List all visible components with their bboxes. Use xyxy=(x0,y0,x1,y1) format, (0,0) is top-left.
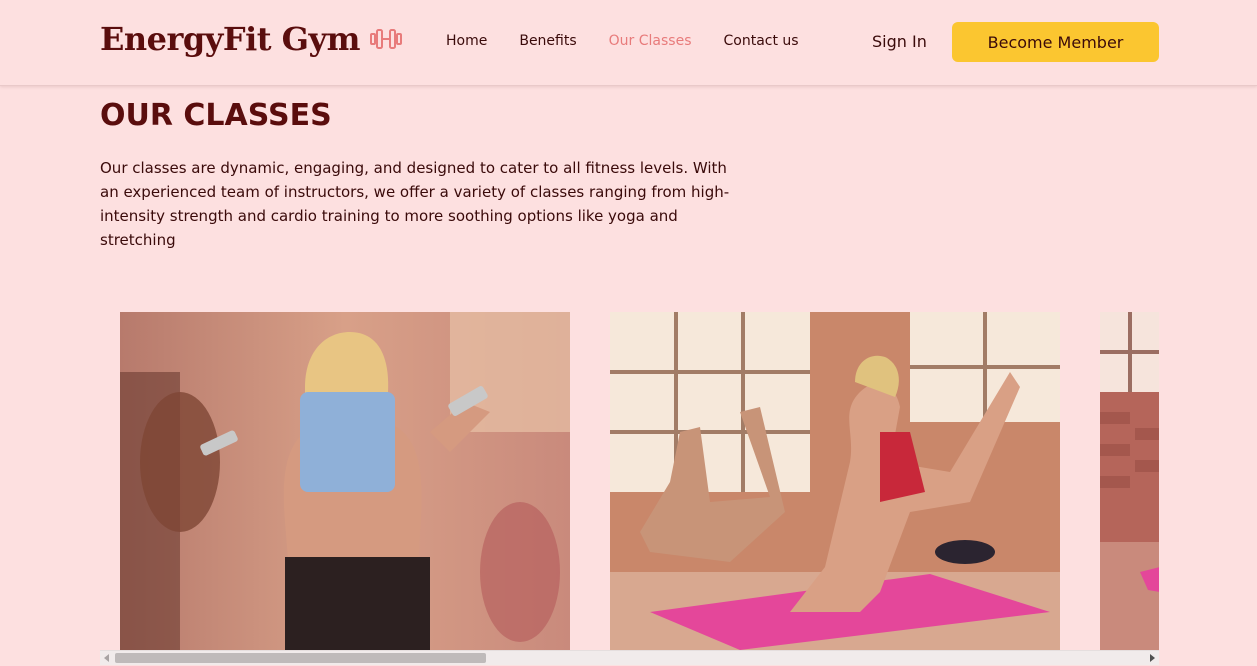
nav-contact-us[interactable]: Contact us xyxy=(724,33,799,49)
dumbbell-class-photo xyxy=(120,312,570,650)
scroll-right-arrow-icon[interactable] xyxy=(1150,654,1155,662)
become-member-button[interactable]: Become Member xyxy=(952,22,1159,62)
class-card xyxy=(1100,312,1159,650)
main-nav: Home Benefits Our Classes Contact us xyxy=(446,33,799,49)
dumbbell-icon xyxy=(369,29,402,49)
section-description: Our classes are dynamic, engaging, and d… xyxy=(100,159,730,249)
sign-in-link[interactable]: Sign In xyxy=(872,32,927,51)
mat-exercise-class-photo xyxy=(610,312,1060,650)
nav-benefits[interactable]: Benefits xyxy=(519,33,576,49)
scroll-thumb[interactable] xyxy=(115,653,486,663)
section-title: OUR CLASSES xyxy=(100,98,332,133)
class-card xyxy=(120,312,570,650)
nav-our-classes[interactable]: Our Classes xyxy=(609,33,692,49)
brand-name: EnergyFit Gym xyxy=(100,20,360,58)
brand-logo[interactable]: EnergyFit Gym xyxy=(100,20,402,58)
class-card xyxy=(610,312,1060,650)
scroll-left-arrow-icon[interactable] xyxy=(104,654,109,662)
nav-home[interactable]: Home xyxy=(446,33,487,49)
class-photo xyxy=(1100,312,1159,650)
classes-gallery xyxy=(100,312,1159,650)
gallery-scrollbar[interactable] xyxy=(100,650,1159,665)
top-navbar: EnergyFit Gym Home Benefits Our Classes … xyxy=(0,0,1257,86)
